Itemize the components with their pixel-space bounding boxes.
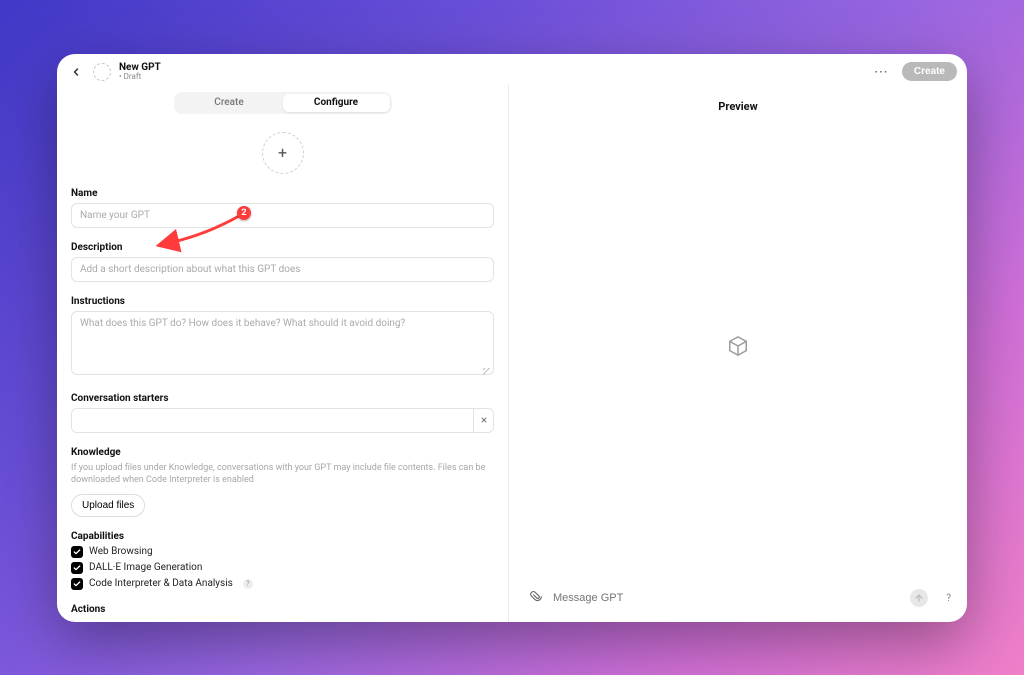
main: Create Configure + Name Description Inst… bbox=[57, 84, 967, 622]
capability-label: DALL·E Image Generation bbox=[89, 562, 202, 573]
capability-web-browsing[interactable]: Web Browsing bbox=[71, 546, 494, 558]
tab-create[interactable]: Create bbox=[176, 94, 283, 112]
message-input[interactable] bbox=[553, 592, 900, 604]
message-row: ? bbox=[509, 579, 967, 622]
page-title: New GPT bbox=[119, 62, 161, 73]
knowledge-help-text: If you upload files under Knowledge, con… bbox=[71, 462, 494, 486]
description-input[interactable] bbox=[71, 257, 494, 282]
tab-switcher: Create Configure bbox=[174, 92, 392, 114]
conversation-starters-label: Conversation starters bbox=[71, 393, 494, 404]
capability-code-interpreter[interactable]: Code Interpreter & Data Analysis ? bbox=[71, 578, 494, 590]
name-input[interactable] bbox=[71, 203, 494, 228]
name-label: Name bbox=[71, 188, 494, 199]
create-button[interactable]: Create bbox=[902, 62, 957, 81]
capability-label: Code Interpreter & Data Analysis bbox=[89, 578, 233, 589]
attachment-icon[interactable] bbox=[529, 589, 543, 608]
send-button[interactable] bbox=[910, 589, 928, 607]
preview-panel: Preview ? bbox=[509, 84, 967, 622]
help-button[interactable]: ? bbox=[946, 593, 951, 604]
info-icon[interactable]: ? bbox=[243, 579, 253, 589]
checkbox-checked-icon[interactable] bbox=[71, 562, 83, 574]
add-image-button[interactable]: + bbox=[262, 132, 304, 174]
back-button[interactable] bbox=[67, 63, 85, 81]
conversation-starter-row bbox=[71, 408, 494, 433]
checkbox-checked-icon[interactable] bbox=[71, 578, 83, 590]
conversation-starter-input[interactable] bbox=[72, 409, 473, 432]
checkbox-checked-icon[interactable] bbox=[71, 546, 83, 558]
capability-label: Web Browsing bbox=[89, 546, 153, 557]
capability-dalle[interactable]: DALL·E Image Generation bbox=[71, 562, 494, 574]
conversation-starter-remove-button[interactable] bbox=[473, 409, 493, 432]
app-window: New GPT • Draft ⋯ Create Create Configur… bbox=[57, 54, 967, 622]
instructions-input[interactable] bbox=[71, 311, 494, 375]
configure-form: + Name Description Instructions Conversa… bbox=[57, 114, 508, 622]
preview-title: Preview bbox=[509, 100, 967, 113]
knowledge-label: Knowledge bbox=[71, 447, 494, 458]
topbar: New GPT • Draft ⋯ Create bbox=[57, 54, 967, 84]
title-block: New GPT • Draft bbox=[119, 62, 161, 82]
capabilities-list: Web Browsing DALL·E Image Generation Cod… bbox=[71, 546, 494, 590]
left-panel: Create Configure + Name Description Inst… bbox=[57, 84, 509, 622]
preview-body bbox=[509, 113, 967, 579]
description-label: Description bbox=[71, 242, 494, 253]
more-menu-button[interactable]: ⋯ bbox=[868, 64, 894, 80]
actions-label: Actions bbox=[71, 604, 494, 615]
page-subtitle: • Draft bbox=[119, 73, 161, 82]
capabilities-label: Capabilities bbox=[71, 531, 494, 542]
cube-icon bbox=[727, 335, 749, 357]
tab-configure[interactable]: Configure bbox=[283, 94, 390, 112]
upload-files-button[interactable]: Upload files bbox=[71, 494, 145, 517]
gpt-avatar-placeholder bbox=[93, 63, 111, 81]
instructions-label: Instructions bbox=[71, 296, 494, 307]
